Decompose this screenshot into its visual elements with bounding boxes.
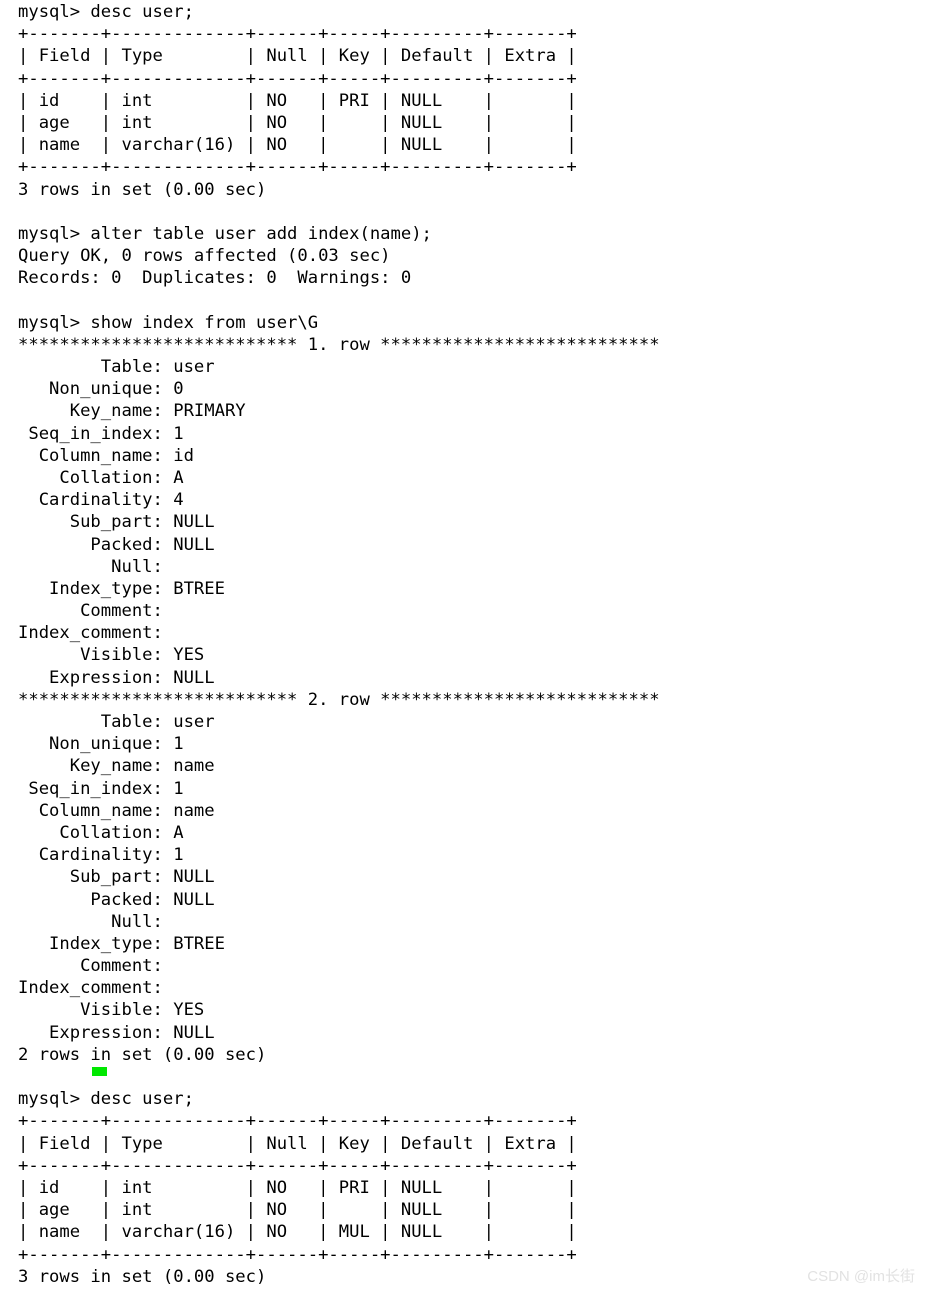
terminal-line: Index_comment: bbox=[18, 978, 174, 999]
terminal-line: | age | int | NO | | NULL | | bbox=[18, 1200, 577, 1221]
terminal-line: Records: 0 Duplicates: 0 Warnings: 0 bbox=[18, 268, 412, 289]
terminal-line: +-------+-------------+------+-----+----… bbox=[18, 1155, 577, 1176]
terminal-line: mysql> desc user; bbox=[18, 2, 194, 22]
terminal-line: +-------+-------------+------+-----+----… bbox=[18, 157, 577, 178]
terminal-line: Null: bbox=[18, 556, 174, 577]
terminal-line: | Field | Type | Null | Key | Default | … bbox=[18, 1133, 577, 1154]
terminal-line: Comment: bbox=[18, 601, 174, 622]
terminal-line: Packed: NULL bbox=[18, 889, 215, 910]
terminal-line: 3 rows in set (0.00 sec) bbox=[18, 1266, 267, 1287]
terminal-line: | id | int | NO | PRI | NULL | | bbox=[18, 90, 577, 111]
terminal-line: Collation: A bbox=[18, 822, 184, 843]
terminal-line: Expression: NULL bbox=[18, 667, 215, 688]
terminal-line: mysql> desc user; bbox=[18, 1089, 194, 1110]
terminal-line: Column_name: id bbox=[18, 445, 194, 466]
terminal-line: Collation: A bbox=[18, 467, 184, 488]
terminal-line: Key_name: PRIMARY bbox=[18, 401, 246, 422]
terminal-line: Sub_part: NULL bbox=[18, 512, 215, 533]
terminal-line: Index_type: BTREE bbox=[18, 578, 225, 599]
terminal-line: Non_unique: 0 bbox=[18, 379, 184, 400]
terminal-line: Visible: YES bbox=[18, 1000, 205, 1021]
terminal-line: Sub_part: NULL bbox=[18, 867, 215, 888]
terminal-line: 3 rows in set (0.00 sec) bbox=[18, 179, 267, 200]
terminal-line: Seq_in_index: 1 bbox=[18, 778, 184, 799]
terminal-line: Table: user bbox=[18, 357, 215, 377]
terminal-line: Seq_in_index: 1 bbox=[18, 423, 184, 444]
terminal-line: | Field | Type | Null | Key | Default | … bbox=[18, 46, 577, 67]
terminal-line: Expression: NULL bbox=[18, 1022, 215, 1043]
terminal-line: Index_type: BTREE bbox=[18, 933, 225, 954]
terminal-line: *************************** 2. row *****… bbox=[18, 689, 660, 710]
terminal-line: +-------+-------------+------+-----+----… bbox=[18, 1244, 577, 1265]
terminal-line: Table: user bbox=[18, 712, 215, 732]
terminal-line: Key_name: name bbox=[18, 756, 215, 777]
terminal-line: Null: bbox=[18, 911, 174, 932]
terminal-line: Column_name: name bbox=[18, 800, 215, 821]
terminal-line: Query OK, 0 rows affected (0.03 sec) bbox=[18, 246, 391, 267]
terminal-line: Visible: YES bbox=[18, 645, 205, 666]
terminal-line: Comment: bbox=[18, 956, 174, 977]
terminal-line: +-------+-------------+------+-----+----… bbox=[18, 68, 577, 89]
terminal-line: mysql> show index from user\G bbox=[18, 312, 319, 333]
terminal-line: | name | varchar(16) | NO | MUL | NULL |… bbox=[18, 1222, 577, 1243]
terminal-line: +-------+-------------+------+-----+----… bbox=[18, 24, 577, 45]
terminal-line: +-------+-------------+------+-----+----… bbox=[18, 1111, 577, 1132]
terminal-line: Cardinality: 4 bbox=[18, 490, 184, 511]
terminal-line: Cardinality: 1 bbox=[18, 845, 184, 866]
terminal-line: *************************** 1. row *****… bbox=[18, 334, 660, 355]
terminal-output: mysql> desc user; +-------+-------------+… bbox=[18, 1, 918, 1288]
terminal-line: Index_comment: bbox=[18, 623, 174, 644]
terminal-line: mysql> alter table user add index(name); bbox=[18, 223, 432, 244]
terminal-line: 2 rows in set (0.00 sec) bbox=[18, 1044, 267, 1065]
terminal-line: | id | int | NO | PRI | NULL | | bbox=[18, 1177, 577, 1198]
terminal-line: | name | varchar(16) | NO | | NULL | | bbox=[18, 135, 577, 156]
text-cursor bbox=[92, 1067, 107, 1076]
watermark: CSDN @im长街 bbox=[807, 1268, 915, 1285]
terminal-line: Packed: NULL bbox=[18, 534, 215, 555]
terminal-line: Non_unique: 1 bbox=[18, 734, 184, 755]
terminal-line: | age | int | NO | | NULL | | bbox=[18, 112, 577, 133]
